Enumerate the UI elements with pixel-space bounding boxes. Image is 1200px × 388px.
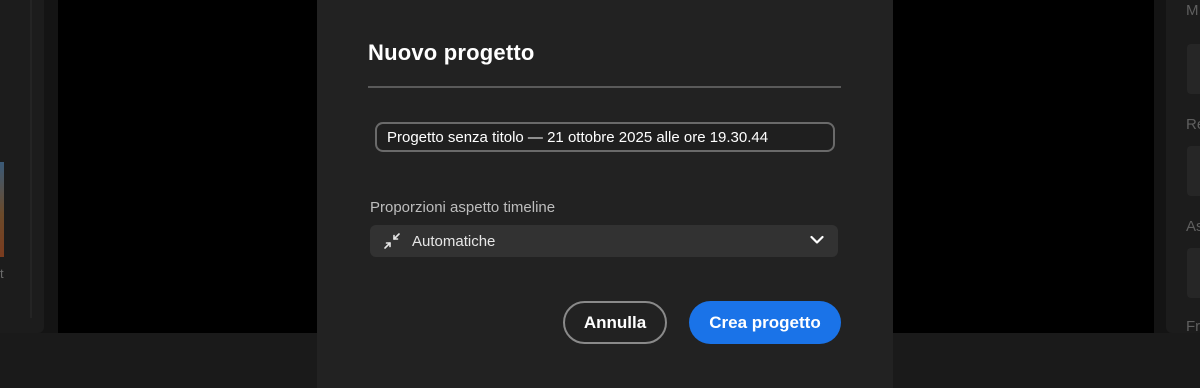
property-field[interactable] [1187, 44, 1200, 94]
property-field[interactable] [1187, 248, 1200, 298]
property-label-as: As [1186, 218, 1200, 235]
panel-divider [30, 0, 32, 318]
property-label-m: M [1186, 2, 1199, 19]
app-window: t M Re As Fr Nuovo progetto Proporzioni … [0, 0, 1200, 388]
cancel-button[interactable]: Annulla [563, 301, 667, 344]
media-panel: t [0, 0, 44, 333]
property-label-re: Re [1186, 116, 1200, 133]
media-caption-fragment: t [0, 266, 4, 281]
dialog-title: Nuovo progetto [368, 40, 535, 65]
chevron-down-icon [810, 235, 824, 244]
properties-panel: M Re As Fr [1166, 0, 1200, 335]
create-project-button[interactable]: Crea progetto [689, 301, 841, 344]
new-project-dialog: Nuovo progetto Proporzioni aspetto timel… [317, 0, 893, 388]
aspect-ratio-value: Automatiche [412, 233, 496, 250]
media-thumbnail[interactable] [0, 162, 4, 257]
aspect-ratio-label: Proporzioni aspetto timeline [370, 199, 556, 216]
project-name-input[interactable] [375, 122, 835, 152]
property-field[interactable] [1187, 146, 1200, 196]
title-divider [368, 86, 841, 88]
shrink-arrows-icon [384, 233, 400, 249]
aspect-ratio-select[interactable]: Automatiche [370, 225, 838, 257]
